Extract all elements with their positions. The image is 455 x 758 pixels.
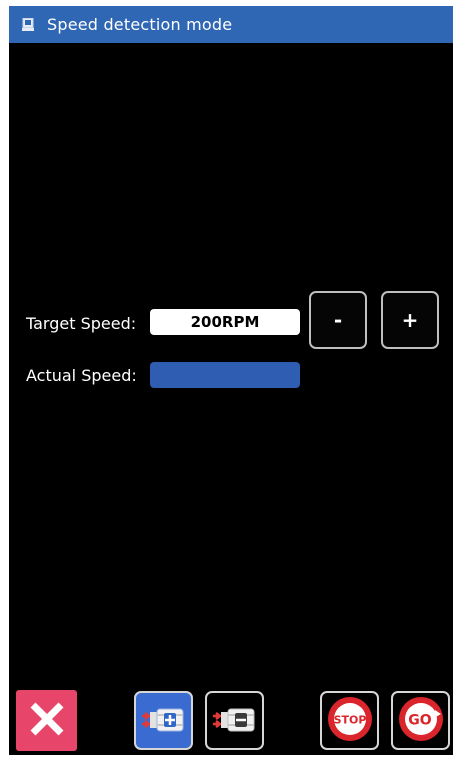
main-panel: Target Speed: 200RPM Actual Speed: - + S… [9,43,453,755]
motor-speed-down-icon [210,703,260,739]
actual-speed-field [150,362,300,388]
speed-up-button[interactable] [134,691,193,750]
close-button[interactable] [16,690,77,751]
window-title: Speed detection mode [47,15,233,34]
target-speed-label: Target Speed: [26,314,137,333]
stop-button[interactable]: STOP [320,691,379,750]
stop-sign-icon: STOP [325,694,375,748]
target-speed-field[interactable]: 200RPM [150,309,300,335]
device-icon [21,18,35,32]
go-label: GO [408,712,431,728]
speed-down-button[interactable] [205,691,264,750]
go-button[interactable]: GO [391,691,450,750]
title-bar: Speed detection mode [9,6,453,43]
go-sign-icon: GO [396,694,446,748]
actual-speed-label: Actual Speed: [26,366,137,385]
device-frame: Speed detection mode Target Speed: 200RP… [0,0,455,758]
increase-speed-button[interactable]: + [381,291,439,349]
motor-speed-up-icon [139,703,189,739]
close-icon [27,699,67,743]
decrease-speed-button[interactable]: - [309,291,367,349]
stop-label: STOP [333,713,366,726]
